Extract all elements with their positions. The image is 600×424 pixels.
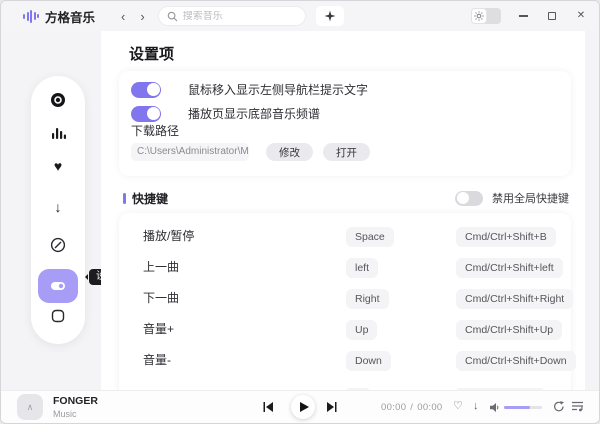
- toggle-spectrum[interactable]: [131, 106, 161, 122]
- heart-outline-icon: ♡: [453, 400, 463, 412]
- sidebar-item-theme[interactable]: [49, 307, 67, 325]
- open-path-button[interactable]: 打开: [323, 143, 370, 161]
- time-separator: /: [410, 402, 413, 413]
- shortcut-label: 音量-: [143, 345, 171, 376]
- playlist-icon: [572, 401, 584, 412]
- app-logo: 方格音乐: [23, 7, 95, 26]
- circle-slash-icon: [50, 237, 66, 253]
- shortcut-row: 播放/暂停 Space Cmd/Ctrl+Shift+B: [119, 221, 571, 252]
- shortcuts-card: 播放/暂停 Space Cmd/Ctrl+Shift+B 上一曲 left Cm…: [119, 213, 571, 392]
- general-settings-card: 鼠标移入显示左侧导航栏提示文字 播放页显示底部音乐频谱 下载路径 C:\User…: [119, 71, 571, 176]
- toggle-icon: [50, 278, 66, 294]
- close-button[interactable]: ✕: [575, 10, 587, 22]
- disable-global-shortcuts-toggle[interactable]: [455, 191, 483, 206]
- shortcut-global-key[interactable]: Cmd/Ctrl+Shift+Down: [456, 351, 576, 371]
- toggle-sidebar-tooltips-label: 鼠标移入显示左侧导航栏提示文字: [188, 81, 368, 98]
- title-bar: 方格音乐 ‹ › ✕: [1, 1, 599, 31]
- sidebar-item-favorites[interactable]: ♥: [49, 157, 67, 175]
- shortcut-label: 上一曲: [143, 252, 179, 283]
- sparkle-button[interactable]: [316, 6, 344, 26]
- logo-waveform-icon: [23, 9, 39, 23]
- modify-path-button[interactable]: 修改: [266, 143, 313, 161]
- nav-forward-icon[interactable]: ›: [140, 10, 144, 23]
- maximize-button[interactable]: [546, 10, 558, 22]
- sidebar-item-charts[interactable]: [49, 124, 67, 142]
- toggle-spectrum-label: 播放页显示底部音乐频谱: [188, 105, 320, 122]
- shortcut-key[interactable]: Space: [346, 227, 394, 247]
- app-title: 方格音乐: [45, 7, 95, 26]
- repeat-icon: [553, 401, 565, 412]
- page-title: 设置项: [129, 43, 174, 64]
- maximize-icon: [548, 12, 556, 20]
- caret-up-icon: ∧: [27, 402, 34, 413]
- minimize-icon: [519, 15, 528, 16]
- disable-global-shortcuts-label: 禁用全局快捷键: [492, 190, 569, 206]
- disc-icon: [50, 92, 66, 108]
- next-track-button[interactable]: [327, 402, 337, 412]
- download-arrow-icon: ↓: [473, 400, 479, 412]
- shortcut-global-key[interactable]: Cmd/Ctrl+Shift+left: [456, 258, 563, 278]
- sidebar-item-downloads[interactable]: ↓: [49, 198, 67, 216]
- shortcut-label: 音量+: [143, 314, 174, 345]
- sparkle-icon: [324, 10, 336, 22]
- shortcut-row: 上一曲 left Cmd/Ctrl+Shift+left: [119, 252, 571, 283]
- repeat-button[interactable]: [553, 401, 565, 415]
- sidebar-item-settings[interactable]: [38, 269, 78, 303]
- sidebar-nav: ♥ ↓: [31, 76, 85, 344]
- download-track-button[interactable]: ↓: [473, 401, 479, 412]
- previous-track-button[interactable]: [263, 402, 273, 412]
- player-artist: FONGER: [53, 395, 98, 407]
- shortcut-global-key[interactable]: Cmd/Ctrl+Shift+Right: [456, 289, 573, 309]
- volume-fill: [504, 406, 530, 409]
- search-icon: [167, 11, 178, 22]
- shortcut-row: 下一曲 Right Cmd/Ctrl+Shift+Right: [119, 283, 571, 314]
- previous-icon: [263, 402, 273, 412]
- speaker-icon: [490, 403, 500, 412]
- heart-icon: ♥: [54, 159, 62, 173]
- download-path-value: C:\Users\Administrator\Music: [131, 143, 249, 161]
- shortcut-key[interactable]: Down: [346, 351, 391, 371]
- shortcut-label: 播放/暂停: [143, 221, 194, 252]
- play-button[interactable]: [291, 395, 315, 419]
- favorite-button[interactable]: ♡: [453, 401, 463, 412]
- settings-panel: 设置项 鼠标移入显示左侧导航栏提示文字 播放页显示底部音乐频谱 下载路径 C:\…: [101, 31, 585, 392]
- current-time: 00:00: [381, 402, 406, 413]
- sidebar-item-disc[interactable]: [49, 91, 67, 109]
- bar-chart-icon: [51, 126, 66, 140]
- shortcut-label: 下一曲: [143, 283, 179, 314]
- sidebar-item-recent[interactable]: [49, 236, 67, 254]
- player-subtitle: Music: [53, 409, 77, 419]
- shortcut-global-key[interactable]: Cmd/Ctrl+Shift+Up: [456, 320, 562, 340]
- shortcut-global-key[interactable]: Cmd/Ctrl+Shift+B: [456, 227, 556, 247]
- download-path-label: 下载路径: [131, 122, 179, 139]
- total-time: 00:00: [417, 402, 442, 413]
- time-display: 00:00 / 00:00: [381, 402, 443, 413]
- album-art-placeholder[interactable]: ∧: [17, 394, 43, 420]
- rounded-square-icon: [51, 309, 65, 323]
- section-accent-bar: [123, 193, 126, 204]
- toggle-sidebar-tooltips[interactable]: [131, 82, 161, 98]
- playlist-button[interactable]: [572, 401, 584, 415]
- sun-icon: [474, 11, 484, 21]
- shortcut-key[interactable]: Right: [346, 289, 389, 309]
- theme-toggle[interactable]: [471, 8, 501, 24]
- next-icon: [327, 402, 337, 412]
- shortcuts-section-title: 快捷键: [132, 190, 168, 207]
- nav-back-icon[interactable]: ‹: [121, 10, 125, 23]
- search-box[interactable]: [158, 6, 306, 26]
- player-bar: ∧ FONGER Music 00:00 / 00:00 ♡ ↓: [1, 390, 599, 423]
- volume-button[interactable]: [490, 403, 500, 415]
- light-theme-knob: [471, 8, 487, 24]
- download-icon: ↓: [55, 200, 62, 214]
- shortcut-key[interactable]: Up: [346, 320, 377, 340]
- app-window: 方格音乐 ‹ › ✕: [0, 0, 600, 424]
- volume-slider[interactable]: [504, 406, 542, 409]
- shortcut-row: 音量- Down Cmd/Ctrl+Shift+Down: [119, 345, 571, 376]
- shortcut-key[interactable]: left: [346, 258, 378, 278]
- minimize-button[interactable]: [517, 10, 529, 22]
- play-icon: [300, 402, 309, 412]
- app-body: ♥ ↓ 设置 设置项 鼠标移入显示左侧导航栏提示文字: [1, 31, 599, 390]
- shortcut-row: 音量+ Up Cmd/Ctrl+Shift+Up: [119, 314, 571, 345]
- search-input[interactable]: [183, 11, 297, 22]
